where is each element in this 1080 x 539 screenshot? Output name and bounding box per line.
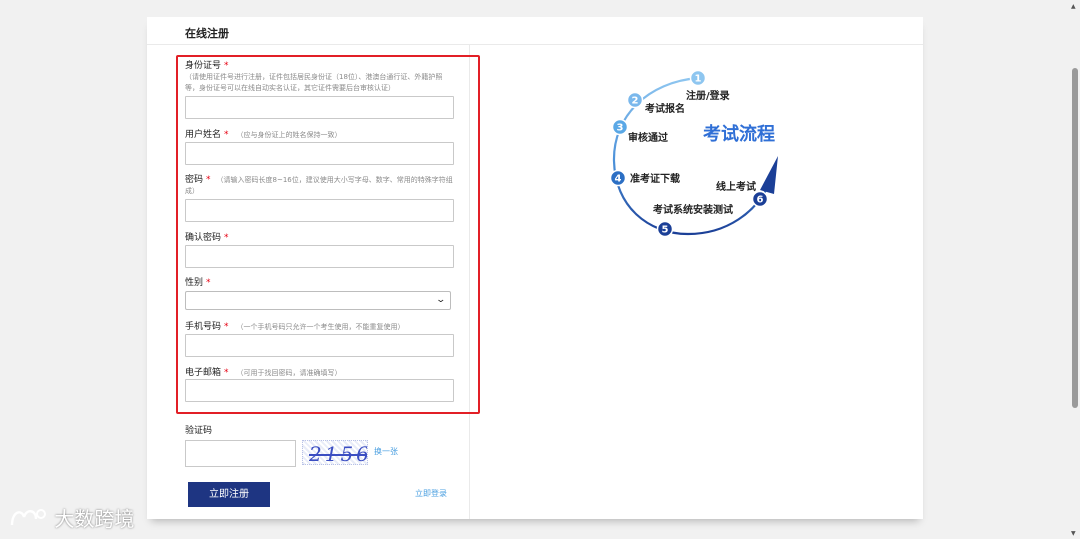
flow-step-6: 6 线上考试: [716, 180, 769, 208]
flow-step-1: 1 注册/登录: [686, 69, 730, 102]
flow-step-number: 1: [695, 74, 702, 85]
flow-step-3: 3 审核通过: [611, 118, 668, 144]
flow-step-label: 注册/登录: [686, 89, 730, 102]
flow-step-label: 准考证下载: [630, 172, 680, 185]
flow-arrowhead: [760, 156, 778, 194]
required-star: *: [224, 61, 229, 71]
required-star: *: [206, 175, 211, 185]
brand-logo-icon: [10, 509, 46, 526]
chevron-down-icon: ⌄: [435, 295, 447, 305]
captcha-image[interactable]: 2156: [302, 440, 368, 465]
registration-card: 在线注册 身份证号 * （请使用证件号进行注册，证件包括居民身份证（18位）、港澳…: [147, 17, 923, 519]
watermark-text: 大数跨境: [54, 507, 135, 531]
id-number-label-group: 身份证号 * （请使用证件号进行注册，证件包括居民身份证（18位）、港澳台通行证、…: [185, 60, 455, 94]
name-label-group: 用户姓名 * （应与身份证上的姓名保持一致）: [185, 129, 342, 141]
email-hint: （可用于找回密码，请准确填写）: [236, 369, 342, 377]
scrollbar-thumb[interactable]: [1072, 68, 1078, 408]
captcha-image-text: 2156: [309, 442, 368, 465]
phone-label: 手机号码: [185, 322, 222, 332]
flow-step-number: 6: [757, 195, 764, 206]
flow-title: 考试流程: [703, 123, 775, 145]
scroll-down-icon[interactable]: ▼: [1071, 530, 1076, 537]
flow-step-number: 2: [632, 96, 639, 107]
phone-hint: （一个手机号码只允许一个考生使用，不能重复使用）: [236, 323, 405, 331]
page-scrollbar[interactable]: ▲ ▼: [1070, 0, 1080, 539]
required-star: *: [224, 322, 229, 332]
confirm-password-label: 确认密码: [185, 233, 222, 243]
flow-step-2: 2 考试报名: [626, 91, 685, 115]
password-hint: （请输入密码长度8~16位，建议使用大小写字母、数字、常用的特殊字符组成）: [185, 176, 453, 195]
page-title: 在线注册: [185, 27, 229, 40]
captcha-input[interactable]: [185, 440, 296, 467]
name-label: 用户姓名: [185, 130, 222, 140]
id-number-hint: （请使用证件号进行注册，证件包括居民身份证（18位）、港澳台通行证、外籍护照等，…: [185, 73, 443, 92]
flow-step-label: 审核通过: [628, 131, 668, 144]
title-divider: [147, 44, 923, 45]
required-star: *: [224, 233, 229, 243]
refresh-captcha-link[interactable]: 换一张: [374, 446, 398, 457]
login-link[interactable]: 立即登录: [415, 488, 447, 499]
name-hint: （应与身份证上的姓名保持一致）: [236, 131, 342, 139]
flow-step-label: 考试报名: [645, 102, 685, 115]
captcha-label: 验证码: [185, 426, 213, 436]
register-button[interactable]: 立即注册: [188, 482, 270, 507]
id-number-label: 身份证号: [185, 61, 222, 71]
confirm-password-label-group: 确认密码 *: [185, 232, 229, 244]
gender-label: 性别: [185, 278, 204, 288]
password-input[interactable]: [185, 199, 454, 222]
watermark: 大数跨境: [8, 503, 134, 532]
name-input[interactable]: [185, 142, 454, 165]
phone-label-group: 手机号码 * （一个手机号码只允许一个考生使用，不能重复使用）: [185, 321, 405, 333]
exam-flow-diagram: 考试流程 1 注册/登录 2 考试报名 3 审核通过 4 准考证下载 5 考试系…: [609, 69, 778, 238]
email-input[interactable]: [185, 379, 454, 402]
password-label: 密码: [185, 175, 204, 185]
flow-step-number: 5: [662, 225, 669, 236]
flow-step-5: 5 考试系统安装测试: [653, 203, 733, 238]
required-star: *: [206, 278, 211, 288]
flow-step-4: 4 准考证下载: [609, 169, 680, 187]
required-star: *: [224, 368, 229, 378]
gender-select[interactable]: ⌄: [185, 291, 451, 310]
flow-step-number: 3: [617, 123, 624, 134]
flow-step-number: 4: [615, 174, 622, 185]
required-star: *: [224, 130, 229, 140]
id-number-input[interactable]: [185, 96, 454, 119]
scroll-up-icon[interactable]: ▲: [1071, 3, 1076, 10]
flow-step-label: 线上考试: [716, 180, 756, 193]
confirm-password-input[interactable]: [185, 245, 454, 268]
flow-step-label: 考试系统安装测试: [653, 203, 733, 216]
email-label-group: 电子邮箱 * （可用于找回密码，请准确填写）: [185, 367, 342, 379]
phone-input[interactable]: [185, 334, 454, 357]
gender-label-group: 性别 *: [185, 277, 211, 289]
email-label: 电子邮箱: [185, 368, 222, 378]
password-label-group: 密码 * （请输入密码长度8~16位，建议使用大小写字母、数字、常用的特殊字符组成）: [185, 175, 455, 197]
captcha-label-group: 验证码: [185, 425, 212, 437]
